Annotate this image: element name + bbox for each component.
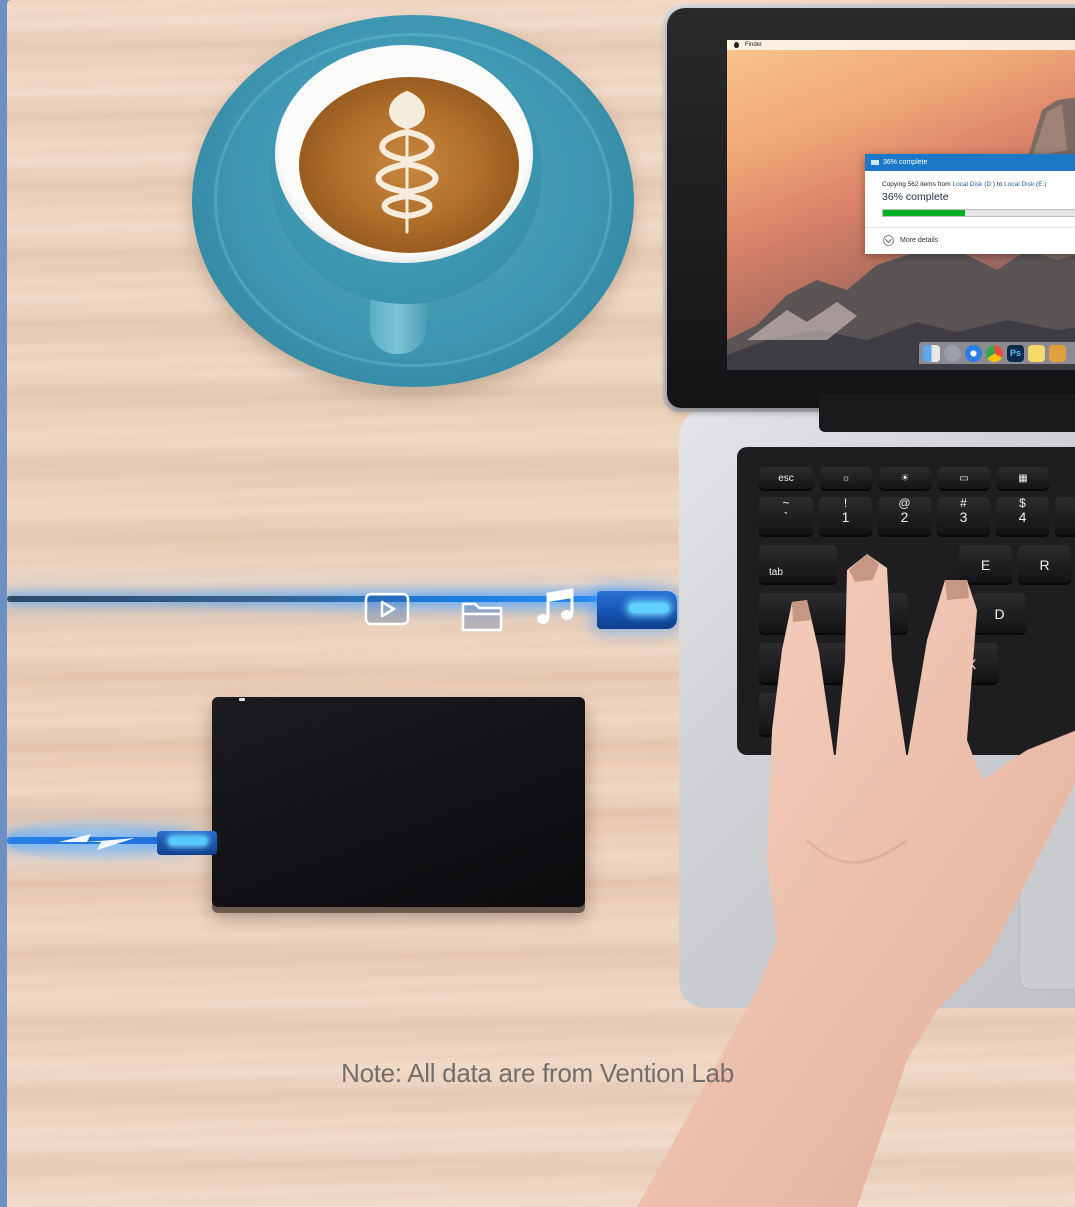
key-tilde[interactable]: ~ ` — [759, 497, 813, 537]
hand — [637, 554, 1075, 1207]
key-f3[interactable]: ▭ — [938, 467, 990, 491]
photoshop-icon[interactable]: Ps — [1007, 345, 1024, 362]
more-details-button[interactable]: More details — [900, 234, 938, 247]
chrome-icon[interactable] — [986, 345, 1003, 362]
chevron-down-icon[interactable] — [883, 235, 894, 246]
misc-icon[interactable] — [1049, 345, 1066, 362]
copy-icon — [871, 160, 879, 165]
copy-prefix: Copying 562 items from — [882, 181, 953, 188]
menu-bar: Finder — [727, 40, 1075, 50]
drive-led — [239, 698, 245, 701]
dialog-divider — [865, 227, 1075, 228]
laptop-screen: Finder 36% complete Copying 562 items fr… — [727, 40, 1075, 370]
external-drive — [212, 697, 585, 907]
safari-icon[interactable] — [965, 345, 982, 362]
finder-icon[interactable] — [923, 345, 940, 362]
copy-progress-dialog: 36% complete Copying 562 items from Loca… — [865, 154, 1075, 254]
key-2[interactable]: @2 — [878, 497, 931, 537]
copy-description: Copying 562 items from Local Disk (D:) t… — [882, 181, 1046, 188]
menu-app-name[interactable]: Finder — [745, 40, 762, 50]
dialog-title: 36% complete — [883, 159, 928, 166]
dialog-title-bar[interactable]: 36% complete — [865, 154, 1075, 171]
launchpad-icon[interactable] — [944, 345, 961, 362]
key-5[interactable]: %5 — [1055, 497, 1075, 537]
progress-fill — [883, 210, 966, 216]
copy-middle: to — [995, 181, 1005, 188]
destination-link[interactable]: Local Disk (E:) — [1004, 181, 1046, 188]
source-link[interactable]: Local Disk (D:) — [952, 181, 995, 188]
key-f4[interactable]: ▦ — [997, 467, 1049, 491]
key-4[interactable]: $4 — [996, 497, 1049, 537]
footnote: Note: All data are from Vention Lab — [341, 1058, 734, 1088]
notes-icon[interactable] — [1028, 345, 1045, 362]
music-icon — [537, 588, 574, 624]
progress-label: 36% complete — [882, 191, 949, 203]
key-esc[interactable]: esc — [759, 467, 813, 491]
key-f2[interactable]: ☀ — [879, 467, 931, 491]
plug-led — [169, 837, 207, 845]
key-3[interactable]: #3 — [937, 497, 990, 537]
key-1[interactable]: ! 1 — [819, 497, 872, 537]
key-f1[interactable]: ☼ — [820, 467, 872, 491]
folder-icon — [461, 602, 503, 632]
product-photo: Finder 36% complete Copying 562 items fr… — [7, 0, 1075, 1207]
dock: Ps — [919, 342, 1075, 364]
latte-art — [375, 90, 439, 234]
lightning-bolt-icon — [59, 834, 135, 850]
progress-bar — [882, 209, 1075, 217]
video-icon — [364, 592, 410, 626]
apple-icon[interactable] — [734, 42, 739, 48]
laptop-hinge — [819, 394, 1075, 432]
